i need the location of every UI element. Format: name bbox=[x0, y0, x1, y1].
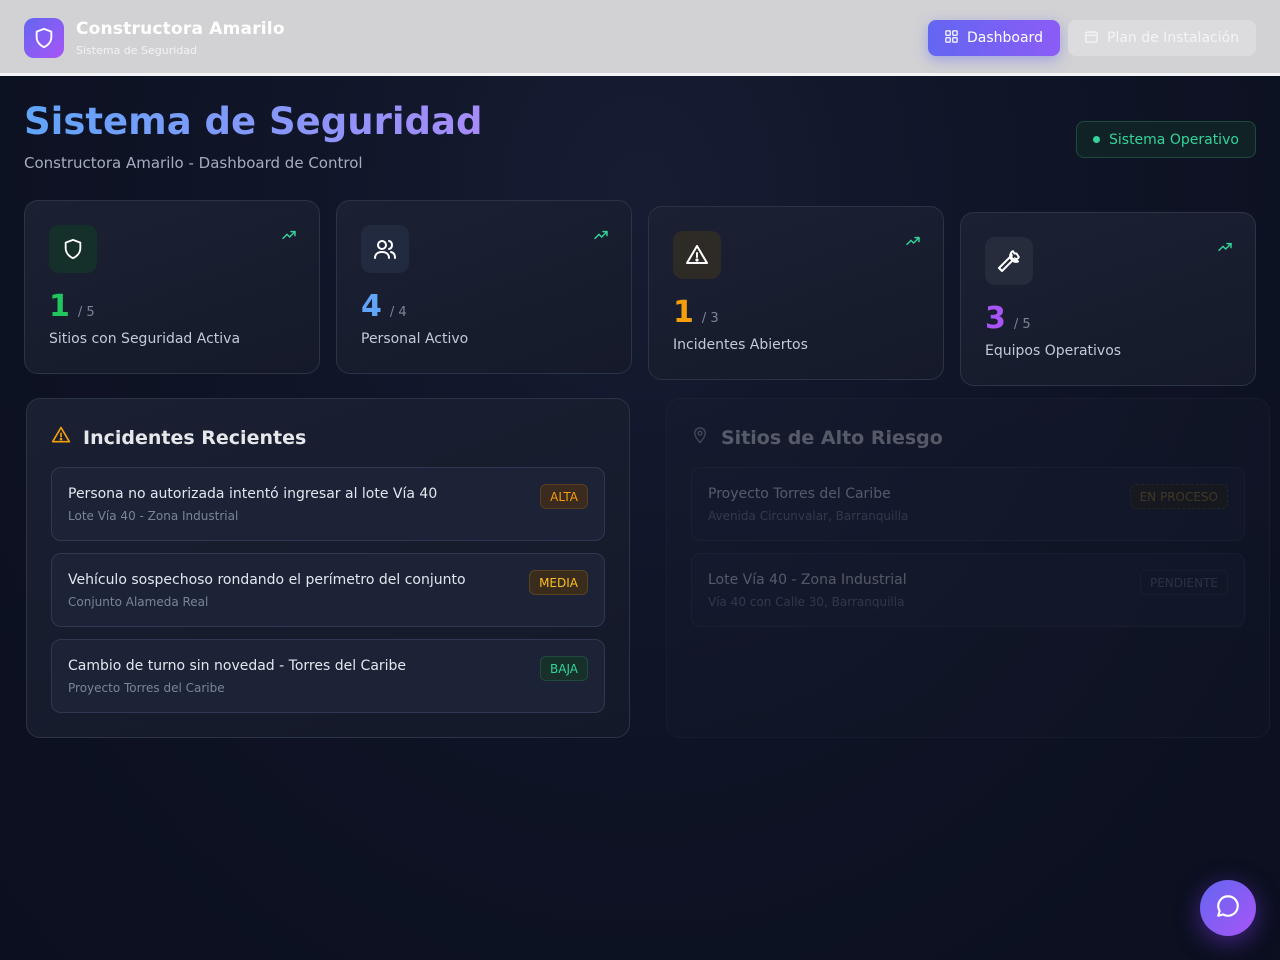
top-navigation-bar: Constructora Amarilo Sistema de Segurida… bbox=[0, 0, 1280, 76]
risk-site-row[interactable]: Lote Vía 40 - Zona Industrial Vía 40 con… bbox=[691, 553, 1245, 627]
wrench-icon bbox=[985, 237, 1033, 285]
incident-title: Vehículo sospechoso rondando el perímetr… bbox=[68, 572, 466, 588]
severity-badge: ALTA bbox=[540, 484, 588, 509]
stat-card-personal[interactable]: 4 / 4 Personal Activo bbox=[336, 200, 632, 374]
shield-icon bbox=[49, 225, 97, 273]
page-title: Sistema de Seguridad bbox=[24, 100, 483, 143]
shield-logo-icon bbox=[24, 18, 64, 58]
alert-triangle-icon bbox=[51, 425, 71, 450]
status-dot-icon bbox=[1093, 136, 1100, 143]
grid-icon bbox=[944, 29, 959, 48]
page-subtitle: Constructora Amarilo - Dashboard de Cont… bbox=[24, 154, 363, 172]
stat-card-equipos[interactable]: 3 / 5 Equipos Operativos bbox=[960, 212, 1256, 386]
map-pin-icon bbox=[691, 425, 709, 450]
brand-subtitle: Sistema de Seguridad bbox=[76, 44, 198, 57]
trending-up-icon bbox=[1217, 239, 1233, 259]
stat-value: 4 bbox=[361, 289, 382, 324]
trending-up-icon bbox=[281, 227, 297, 247]
high-risk-sites-panel: Sitios de Alto Riesgo Proyecto Torres de… bbox=[666, 398, 1270, 738]
stat-card-sitios[interactable]: 1 / 5 Sitios con Seguridad Activa bbox=[24, 200, 320, 374]
nav-dashboard-button[interactable]: Dashboard bbox=[928, 20, 1060, 56]
trending-up-icon bbox=[905, 233, 921, 253]
chat-button[interactable] bbox=[1200, 880, 1256, 936]
site-address: Vía 40 con Calle 30, Barranquilla bbox=[708, 595, 905, 609]
nav-dashboard-label: Dashboard bbox=[967, 30, 1043, 46]
incident-title: Cambio de turno sin novedad - Torres del… bbox=[68, 658, 407, 674]
incident-row[interactable]: Cambio de turno sin novedad - Torres del… bbox=[51, 639, 605, 713]
site-name: Proyecto Torres del Caribe bbox=[708, 486, 891, 502]
stat-value: 1 bbox=[673, 295, 694, 330]
incident-title: Persona no autorizada intentó ingresar a… bbox=[68, 486, 438, 502]
users-icon bbox=[361, 225, 409, 273]
stat-label: Incidentes Abiertos bbox=[673, 337, 808, 353]
severity-badge: BAJA bbox=[540, 656, 588, 681]
stat-total: / 5 bbox=[1013, 317, 1031, 332]
site-address: Avenida Circunvalar, Barranquilla bbox=[708, 509, 909, 523]
site-name: Lote Vía 40 - Zona Industrial bbox=[708, 572, 907, 588]
recent-incidents-panel: Incidentes Recientes Persona no autoriza… bbox=[26, 398, 630, 738]
system-status-label: Sistema Operativo bbox=[1109, 131, 1239, 148]
stat-label: Equipos Operativos bbox=[985, 343, 1122, 359]
stat-total: / 5 bbox=[77, 305, 95, 320]
panel-title: Sitios de Alto Riesgo bbox=[721, 426, 943, 449]
risk-site-row[interactable]: Proyecto Torres del Caribe Avenida Circu… bbox=[691, 467, 1245, 541]
incident-location: Lote Vía 40 - Zona Industrial bbox=[68, 509, 239, 523]
stat-label: Personal Activo bbox=[361, 331, 469, 347]
incident-row[interactable]: Persona no autorizada intentó ingresar a… bbox=[51, 467, 605, 541]
nav-plan-label: Plan de Instalación bbox=[1107, 30, 1240, 46]
stat-label: Sitios con Seguridad Activa bbox=[49, 331, 241, 347]
chat-bubble-icon bbox=[1215, 893, 1241, 923]
trending-up-icon bbox=[593, 227, 609, 247]
panel-title: Incidentes Recientes bbox=[83, 426, 307, 449]
severity-badge: MEDIA bbox=[529, 570, 588, 595]
stat-total: / 3 bbox=[701, 311, 719, 326]
stat-value: 1 bbox=[49, 289, 70, 324]
incident-row[interactable]: Vehículo sospechoso rondando el perímetr… bbox=[51, 553, 605, 627]
site-status-badge: PENDIENTE bbox=[1139, 570, 1228, 595]
nav-plan-instalacion-button[interactable]: Plan de Instalación bbox=[1068, 20, 1256, 56]
stat-value: 3 bbox=[985, 301, 1006, 336]
stat-card-incidentes[interactable]: 1 / 3 Incidentes Abiertos bbox=[648, 206, 944, 380]
incident-location: Proyecto Torres del Caribe bbox=[68, 681, 225, 695]
incident-location: Conjunto Alameda Real bbox=[68, 595, 209, 609]
stat-total: / 4 bbox=[389, 305, 407, 320]
alert-triangle-icon bbox=[673, 231, 721, 279]
system-status-badge: Sistema Operativo bbox=[1076, 121, 1256, 158]
site-status-badge: EN PROCESO bbox=[1129, 484, 1228, 509]
brand-name: Constructora Amarilo bbox=[76, 19, 285, 39]
calendar-icon bbox=[1084, 29, 1099, 48]
